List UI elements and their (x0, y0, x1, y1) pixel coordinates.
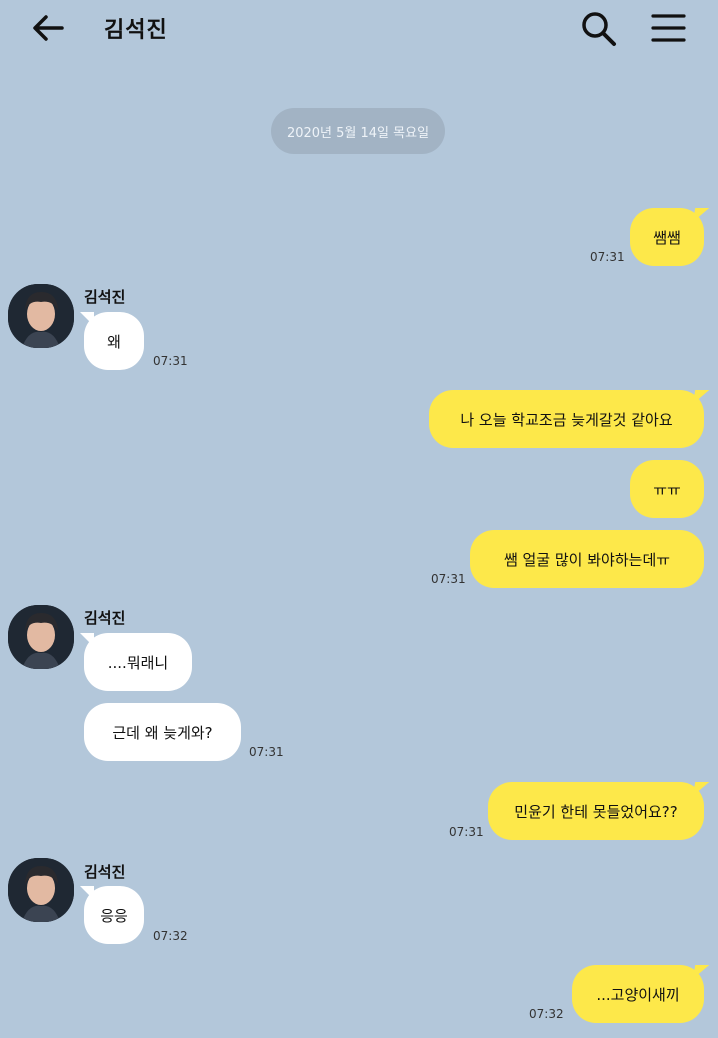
message-time: 07:31 (249, 745, 284, 759)
message-time: 07:32 (153, 929, 188, 943)
message-time: 07:32 (529, 1007, 564, 1021)
sender-name: 김석진 (84, 863, 126, 881)
avatar[interactable] (8, 858, 74, 922)
date-divider: 2020년 5월 14일 목요일 (271, 108, 445, 154)
message-time: 07:31 (449, 825, 484, 839)
their-message-bubble[interactable]: 근데 왜 늦게와? (84, 703, 241, 761)
my-message-bubble[interactable]: ...고양이새끼 (572, 965, 704, 1023)
message-time: 07:31 (431, 572, 466, 586)
their-message-bubble[interactable]: 응응 (80, 886, 144, 944)
my-message-bubble[interactable]: ㅠㅠ (630, 460, 704, 518)
sender-name: 김석진 (84, 609, 126, 627)
my-message-bubble[interactable]: 쌤쌤 (630, 208, 704, 266)
hamburger-menu-icon[interactable] (650, 12, 688, 44)
search-icon[interactable] (580, 10, 618, 48)
message-time: 07:31 (153, 354, 188, 368)
my-message-bubble[interactable]: 민윤기 한테 못들었어요?? (488, 782, 704, 840)
back-arrow-icon[interactable] (30, 12, 66, 44)
chat-title: 김석진 (104, 18, 168, 43)
their-message-bubble[interactable]: 왜 (80, 312, 144, 370)
their-message-bubble[interactable]: ....뭐래니 (80, 633, 192, 691)
chat-header: 김석진 (0, 0, 718, 56)
my-message-bubble[interactable]: 쌤 얼굴 많이 봐야하는데ㅠ (470, 530, 704, 588)
my-message-bubble[interactable]: 나 오늘 학교조금 늦게갈것 같아요 (429, 390, 704, 448)
sender-name: 김석진 (84, 288, 126, 306)
avatar[interactable] (8, 284, 74, 348)
avatar[interactable] (8, 605, 74, 669)
message-time: 07:31 (590, 250, 625, 264)
